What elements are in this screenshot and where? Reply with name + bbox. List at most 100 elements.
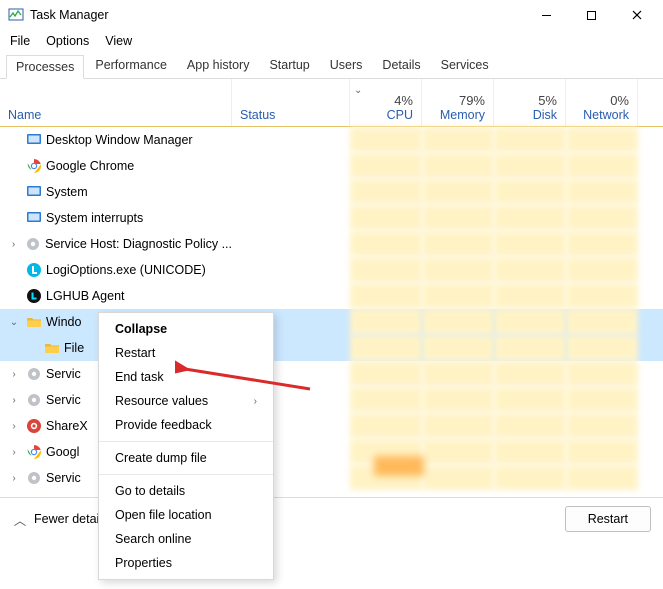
process-row[interactable]: LGHUB Agent — [0, 283, 663, 309]
process-label: Google Chrome — [46, 159, 134, 173]
ctx-provide-feedback[interactable]: Provide feedback — [99, 413, 273, 437]
chrome-icon — [26, 444, 42, 460]
ctx-resource-values[interactable]: Resource values› — [99, 389, 273, 413]
process-disk-cell — [494, 231, 566, 257]
process-memory-cell — [422, 205, 494, 231]
expander-icon[interactable]: › — [6, 447, 22, 458]
network-label: Network — [574, 108, 629, 122]
tab-services[interactable]: Services — [432, 54, 498, 78]
process-label: Service Host: Diagnostic Policy ... — [45, 237, 232, 251]
minimize-button[interactable] — [524, 0, 569, 30]
maximize-button[interactable] — [569, 0, 614, 30]
sharex-icon — [26, 418, 42, 434]
process-network-cell — [566, 387, 638, 413]
ctx-open-file-location[interactable]: Open file location — [99, 503, 273, 527]
network-percent: 0% — [574, 93, 629, 108]
gear-icon — [26, 366, 42, 382]
column-header-network[interactable]: 0% Network — [566, 79, 638, 126]
process-name-cell: › Service Host: Diagnostic Policy ... — [0, 236, 232, 252]
app-icon — [8, 7, 24, 23]
process-memory-cell — [422, 413, 494, 439]
close-button[interactable] — [614, 0, 659, 30]
process-label: File — [64, 341, 84, 355]
process-network-cell — [566, 465, 638, 491]
process-label: Windo — [46, 315, 81, 329]
process-name-cell: Google Chrome — [0, 158, 232, 174]
menu-file[interactable]: File — [10, 34, 30, 48]
process-memory-cell — [422, 127, 494, 153]
process-cpu-cell — [350, 179, 422, 205]
process-network-cell — [566, 179, 638, 205]
process-name-cell: Desktop Window Manager — [0, 132, 232, 148]
tab-performance[interactable]: Performance — [86, 54, 176, 78]
process-network-cell — [566, 257, 638, 283]
tab-apphistory[interactable]: App history — [178, 54, 259, 78]
tab-processes[interactable]: Processes — [6, 55, 84, 79]
process-cpu-cell — [350, 361, 422, 387]
process-memory-cell — [422, 153, 494, 179]
tab-details[interactable]: Details — [373, 54, 429, 78]
restart-button[interactable]: Restart — [565, 506, 651, 532]
menu-options[interactable]: Options — [46, 34, 89, 48]
ctx-restart[interactable]: Restart — [99, 341, 273, 365]
process-memory-cell — [422, 257, 494, 283]
logi-icon — [26, 262, 42, 278]
ctx-go-to-details[interactable]: Go to details — [99, 479, 273, 503]
expander-icon[interactable]: › — [6, 421, 22, 432]
process-memory-cell — [422, 465, 494, 491]
process-memory-cell — [422, 439, 494, 465]
column-header-name[interactable]: Name — [0, 79, 232, 126]
chevron-right-icon: › — [254, 396, 257, 407]
blue-monitor-icon — [26, 184, 42, 200]
process-disk-cell — [494, 439, 566, 465]
process-name-cell: System interrupts — [0, 210, 232, 226]
ctx-collapse[interactable]: Collapse — [99, 317, 273, 341]
expander-icon[interactable]: › — [6, 395, 22, 406]
process-memory-cell — [422, 335, 494, 361]
process-disk-cell — [494, 283, 566, 309]
tab-users[interactable]: Users — [321, 54, 372, 78]
process-cpu-cell — [350, 231, 422, 257]
process-row[interactable]: LogiOptions.exe (UNICODE) — [0, 257, 663, 283]
expander-icon[interactable]: › — [6, 473, 22, 484]
process-row[interactable]: Google Chrome — [0, 153, 663, 179]
ctx-properties[interactable]: Properties — [99, 551, 273, 575]
process-row[interactable]: Desktop Window Manager — [0, 127, 663, 153]
process-disk-cell — [494, 205, 566, 231]
separator — [99, 441, 273, 442]
process-label: Servic — [46, 367, 81, 381]
process-name-cell: LGHUB Agent — [0, 288, 232, 304]
process-memory-cell — [422, 231, 494, 257]
ctx-end-task[interactable]: End task — [99, 365, 273, 389]
process-disk-cell — [494, 127, 566, 153]
process-network-cell — [566, 153, 638, 179]
column-header-cpu[interactable]: ⌄ 4% CPU — [350, 79, 422, 126]
column-header-disk[interactable]: 5% Disk — [494, 79, 566, 126]
process-disk-cell — [494, 309, 566, 335]
expander-icon[interactable]: ⌄ — [6, 317, 22, 328]
tabbar: Processes Performance App history Startu… — [0, 52, 663, 79]
process-memory-cell — [422, 387, 494, 413]
ctx-create-dump[interactable]: Create dump file — [99, 446, 273, 470]
gear-icon — [25, 236, 41, 252]
process-label: System interrupts — [46, 211, 143, 225]
column-header-status[interactable]: Status — [232, 79, 350, 126]
process-cpu-cell — [350, 309, 422, 335]
process-disk-cell — [494, 153, 566, 179]
menu-view[interactable]: View — [105, 34, 132, 48]
process-row[interactable]: System — [0, 179, 663, 205]
tab-startup[interactable]: Startup — [260, 54, 318, 78]
ctx-search-online[interactable]: Search online — [99, 527, 273, 551]
process-cpu-cell — [350, 127, 422, 153]
chevron-down-icon: ⌄ — [354, 85, 362, 96]
expander-icon[interactable]: › — [6, 369, 22, 380]
column-header-row: Name Status ⌄ 4% CPU 79% Memory 5% Disk … — [0, 79, 663, 127]
process-network-cell — [566, 231, 638, 257]
expander-icon[interactable]: › — [6, 239, 21, 250]
process-row[interactable]: System interrupts — [0, 205, 663, 231]
column-header-memory[interactable]: 79% Memory — [422, 79, 494, 126]
process-row[interactable]: › Service Host: Diagnostic Policy ... — [0, 231, 663, 257]
process-cpu-cell — [350, 205, 422, 231]
gear-icon — [26, 470, 42, 486]
menubar: File Options View — [0, 30, 663, 52]
